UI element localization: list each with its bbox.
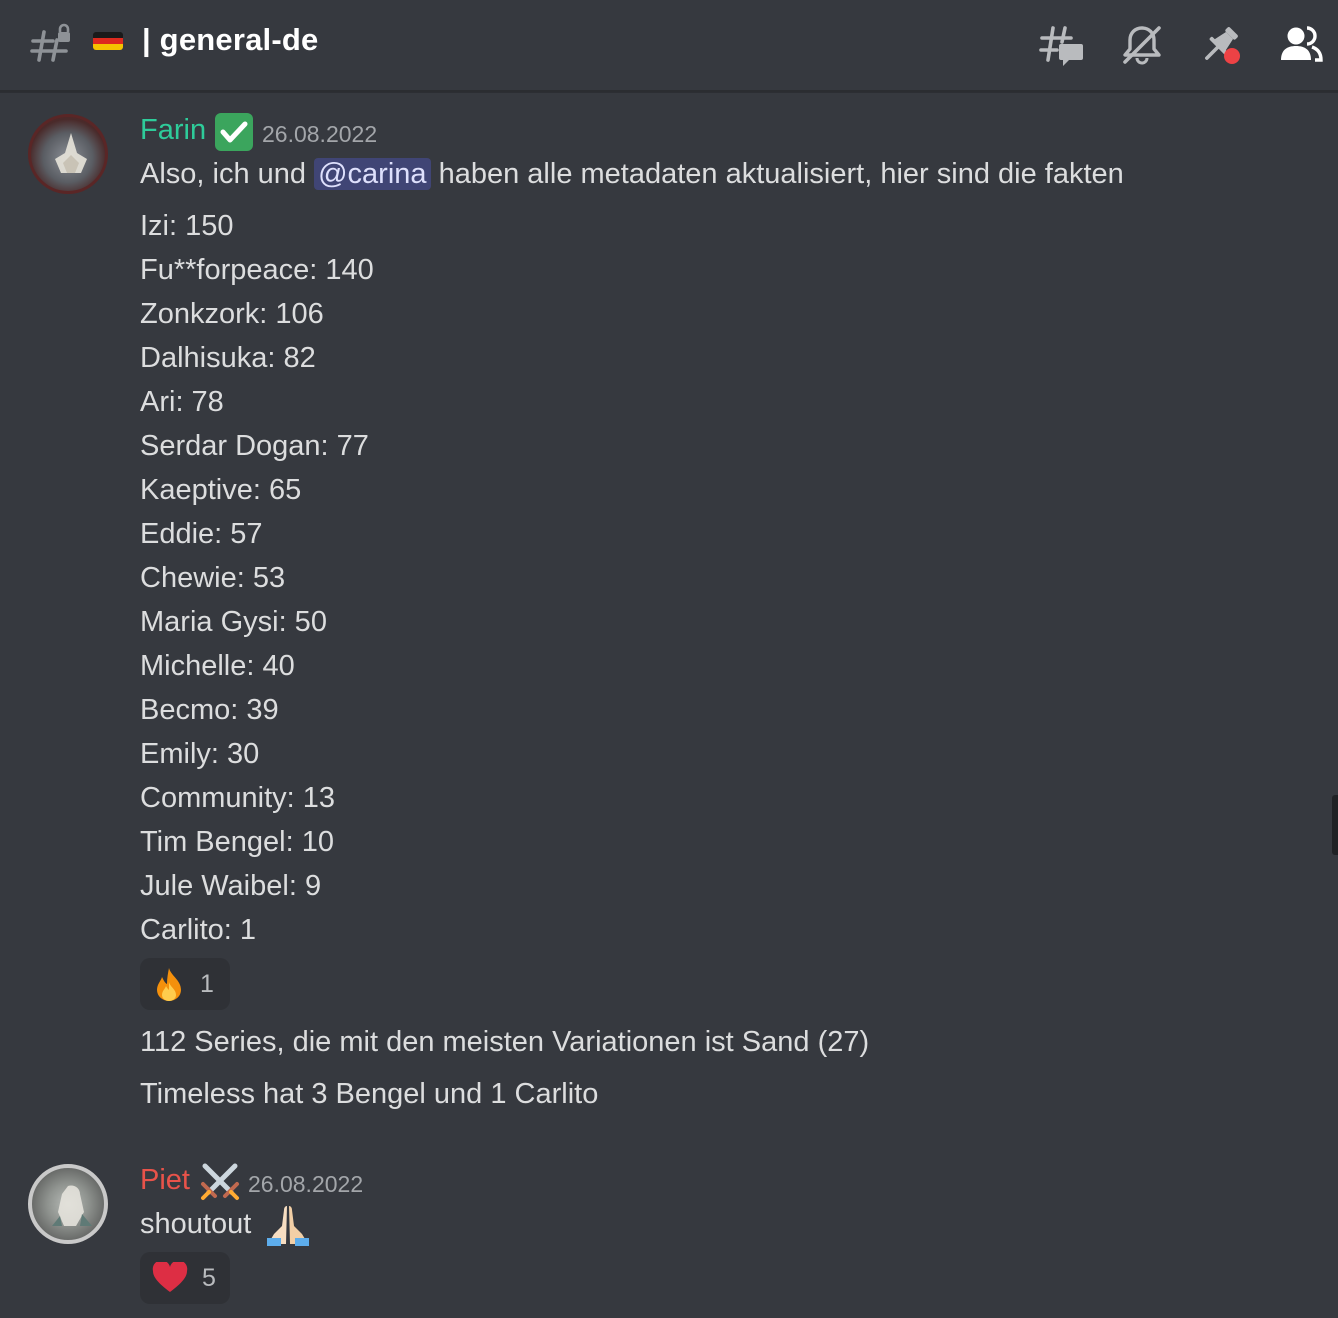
avatar-farin[interactable] xyxy=(28,114,108,194)
list-item: Community: 13 xyxy=(140,782,336,814)
intro-text-rest: haben alle metadaten aktualisiert, hier … xyxy=(438,158,1124,190)
scrollbar-handle[interactable] xyxy=(1332,795,1338,855)
locked-channel-hash-icon xyxy=(30,23,70,62)
message-line: 112 Series, die mit den meisten Variatio… xyxy=(140,1026,870,1058)
list-item: Tim Bengel: 10 xyxy=(140,826,334,858)
list-item: Serdar Dogan: 77 xyxy=(140,430,369,462)
list-item: Emily: 30 xyxy=(140,738,260,770)
mention-carina[interactable]: @carina xyxy=(314,158,431,190)
list-item: Kaeptive: 65 xyxy=(140,474,302,506)
username[interactable]: Farin xyxy=(140,114,206,147)
mute-bell-icon[interactable] xyxy=(1119,22,1165,68)
timestamp: 26.08.2022 xyxy=(262,121,378,147)
reaction-count: 1 xyxy=(200,969,214,998)
channel-name: | general-de xyxy=(142,22,319,57)
reaction-fire[interactable]: 1 xyxy=(140,958,230,1010)
list-item: Chewie: 53 xyxy=(140,562,286,594)
fire-icon xyxy=(157,968,181,1001)
list-item: Eddie: 57 xyxy=(140,518,263,550)
message-line: shoutout xyxy=(140,1208,251,1241)
list-item: Jule Waibel: 9 xyxy=(140,870,322,902)
list-item: Becmo: 39 xyxy=(140,694,279,726)
green-check-icon xyxy=(215,113,253,151)
message-line: Timeless hat 3 Bengel und 1 Carlito xyxy=(140,1078,599,1110)
list-item: Fu**forpeace: 140 xyxy=(140,254,374,286)
message-text: shoutout xyxy=(140,1208,252,1240)
list-item: Carlito: 1 xyxy=(140,914,257,946)
list-item: Izi: 150 xyxy=(140,210,234,242)
avatar-image xyxy=(55,133,87,173)
germany-flag-icon xyxy=(93,32,123,50)
members-icon[interactable] xyxy=(1278,22,1324,68)
red-heart-icon xyxy=(152,1262,188,1292)
avatar-piet[interactable] xyxy=(28,1164,108,1244)
username[interactable]: Piet xyxy=(140,1164,190,1197)
list-item: Maria Gysi: 50 xyxy=(140,606,327,638)
message-intro: Also, ich und @carina haben alle metadat… xyxy=(140,158,1124,191)
folded-hands-icon xyxy=(267,1206,309,1246)
avatar-image xyxy=(52,1185,92,1226)
channel-header: | general-de xyxy=(0,0,1338,92)
timestamp: 26.08.2022 xyxy=(248,1171,364,1197)
reaction-count: 5 xyxy=(202,1263,216,1292)
threads-icon[interactable] xyxy=(1039,22,1085,68)
crossed-swords-icon xyxy=(201,1163,239,1200)
intro-text: Also, ich und xyxy=(140,158,307,190)
list-item: Michelle: 40 xyxy=(140,650,295,682)
reaction-heart[interactable]: 5 xyxy=(140,1252,230,1304)
list-item: Dalhisuka: 82 xyxy=(140,342,316,374)
pin-icon[interactable] xyxy=(1199,22,1245,68)
list-item: Ari: 78 xyxy=(140,386,224,418)
list-item: Zonkzork: 106 xyxy=(140,298,324,330)
